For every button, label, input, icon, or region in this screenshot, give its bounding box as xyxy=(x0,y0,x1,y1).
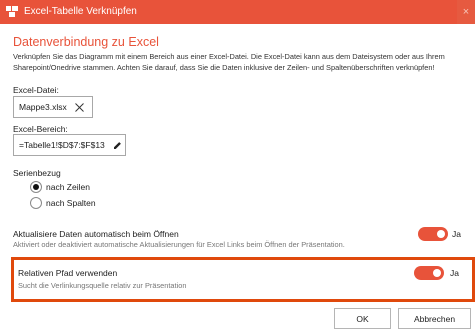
relative-path-description: Sucht die Verlinkungsquelle relativ zur … xyxy=(18,281,187,290)
ok-button[interactable]: OK xyxy=(334,308,391,329)
dialog-heading: Datenverbindung zu Excel xyxy=(13,35,159,49)
relative-path-toggle[interactable] xyxy=(414,266,444,280)
close-icon[interactable] xyxy=(74,102,84,112)
series-label: Serienbezug xyxy=(13,168,61,178)
excel-range-label: Excel-Bereich: xyxy=(13,124,68,134)
window-title: Excel-Tabelle Verknüpfen xyxy=(24,6,137,17)
radio-by-rows[interactable] xyxy=(30,181,42,193)
auto-update-toggle[interactable] xyxy=(418,227,448,241)
relative-path-state-label: Ja xyxy=(450,268,459,278)
excel-file-label: Excel-Datei: xyxy=(13,85,59,95)
cancel-button[interactable]: Abbrechen xyxy=(398,308,471,329)
excel-range-field[interactable]: =Tabelle1!$D$7:$F$13 xyxy=(13,134,126,156)
dialog-description: Verknüpfen Sie das Diagramm mit einem Be… xyxy=(13,52,445,72)
auto-update-description: Aktiviert oder deaktiviert automatische … xyxy=(13,240,345,249)
pencil-icon[interactable] xyxy=(113,141,122,150)
radio-by-columns-label[interactable]: nach Spalten xyxy=(46,198,96,208)
auto-update-label: Aktualisiere Daten automatisch beim Öffn… xyxy=(13,229,179,239)
auto-update-state-label: Ja xyxy=(452,229,461,239)
radio-by-columns[interactable] xyxy=(30,197,42,209)
relative-path-label: Relativen Pfad verwenden xyxy=(18,268,118,278)
excel-range-value: =Tabelle1!$D$7:$F$13 xyxy=(19,140,105,150)
close-window-button[interactable]: × xyxy=(457,0,475,24)
excel-file-value: Mappe3.xlsx xyxy=(19,102,67,112)
excel-file-field[interactable]: Mappe3.xlsx xyxy=(13,96,93,118)
radio-by-rows-label[interactable]: nach Zeilen xyxy=(46,182,90,192)
relative-path-highlight xyxy=(11,257,475,302)
title-bar: Excel-Tabelle Verknüpfen × xyxy=(0,0,475,24)
app-logo-icon xyxy=(6,6,18,17)
